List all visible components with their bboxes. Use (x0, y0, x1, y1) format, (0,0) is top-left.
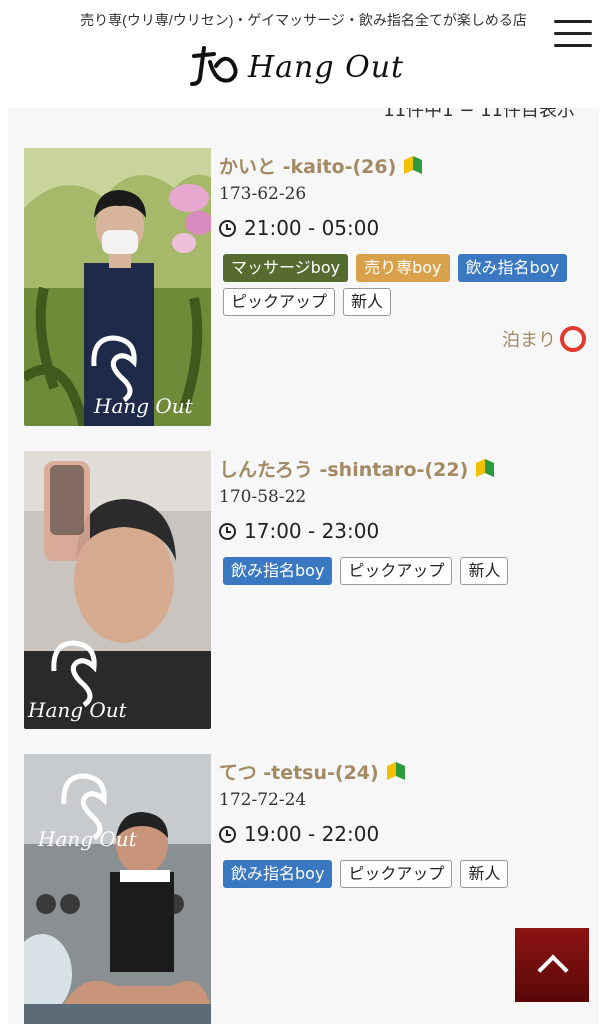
cast-time-text: 21:00 - 05:00 (244, 216, 380, 240)
cast-photo[interactable]: Hang Out (24, 754, 211, 1024)
tag-massage-boy[interactable]: マッサージboy (223, 254, 349, 282)
stay-badge: 泊まり (502, 326, 586, 352)
tag-drink-boy[interactable]: 飲み指名boy (457, 254, 567, 282)
cast-name-row[interactable]: しんたろう -shintaro-(22) (219, 453, 589, 483)
cast-time-text: 19:00 - 22:00 (244, 822, 380, 846)
hamburger-icon[interactable] (554, 20, 592, 50)
cast-time: 21:00 - 05:00 (219, 214, 589, 242)
tag-pickup[interactable]: ピックアップ (340, 860, 453, 888)
clock-icon (219, 825, 236, 843)
cast-name-row[interactable]: てつ -tetsu-(24) (219, 756, 589, 786)
cast-stats: 172-72-24 (219, 790, 307, 810)
cast-time-text: 17:00 - 23:00 (244, 519, 380, 543)
clock-icon (219, 522, 236, 540)
cast-stats: 170-58-22 (219, 487, 307, 507)
svg-text:Hang Out: Hang Out (93, 394, 194, 418)
cast-list: 11件中1 − 11件目表示 Hang Out かいと -kaito-(26) … (8, 108, 599, 1024)
cast-tags: 飲み指名boy ピックアップ 新人 (219, 860, 589, 894)
scroll-to-top-button[interactable] (515, 928, 589, 1002)
clock-icon (219, 219, 236, 237)
beginner-mark-icon (404, 156, 423, 174)
tag-drink-boy[interactable]: 飲み指名boy (223, 860, 333, 888)
beginner-mark-icon (476, 459, 495, 477)
result-count: 11件中1 − 11件目表示 (383, 108, 575, 121)
site-header: 売り専(ウリ専/ウリセン)・ゲイマッサージ・飲み指名全てが楽しめる店 Hang … (0, 0, 607, 108)
site-tagline: 売り専(ウリ専/ウリセン)・ゲイマッサージ・飲み指名全てが楽しめる店 (80, 12, 527, 28)
cast-name[interactable]: てつ -tetsu-(24) (219, 758, 379, 785)
tag-urisen-boy[interactable]: 売り専boy (356, 254, 450, 282)
cast-name-row[interactable]: かいと -kaito-(26) (219, 150, 589, 180)
cast-time: 17:00 - 23:00 (219, 517, 589, 545)
svg-text:Hang Out: Hang Out (37, 827, 138, 851)
cast-tags: マッサージboy 売り専boy 飲み指名boy ピックアップ 新人 (219, 254, 589, 322)
site-logo[interactable]: Hang Out (186, 44, 404, 90)
tag-pickup[interactable]: ピックアップ (340, 557, 453, 585)
tag-new[interactable]: 新人 (460, 557, 509, 585)
cast-time: 19:00 - 22:00 (219, 820, 589, 848)
svg-text:Hang Out: Hang Out (27, 698, 128, 722)
cast-photo[interactable]: Hang Out (24, 451, 211, 729)
logo-text: Hang Out (248, 49, 405, 85)
circle-mark-icon (560, 326, 586, 352)
tag-new[interactable]: 新人 (343, 288, 392, 316)
cast-name[interactable]: かいと -kaito-(26) (219, 152, 396, 179)
cast-name[interactable]: しんたろう -shintaro-(22) (219, 455, 468, 482)
logo-mark-icon (190, 46, 238, 86)
tag-pickup[interactable]: ピックアップ (223, 288, 336, 316)
beginner-mark-icon (386, 762, 405, 780)
cast-tags: 飲み指名boy ピックアップ 新人 (219, 557, 589, 591)
cast-photo[interactable]: Hang Out (24, 148, 211, 426)
cast-stats: 173-62-26 (219, 184, 307, 204)
tag-drink-boy[interactable]: 飲み指名boy (223, 557, 333, 585)
tag-new[interactable]: 新人 (460, 860, 509, 888)
stay-label: 泊まり (502, 330, 556, 351)
